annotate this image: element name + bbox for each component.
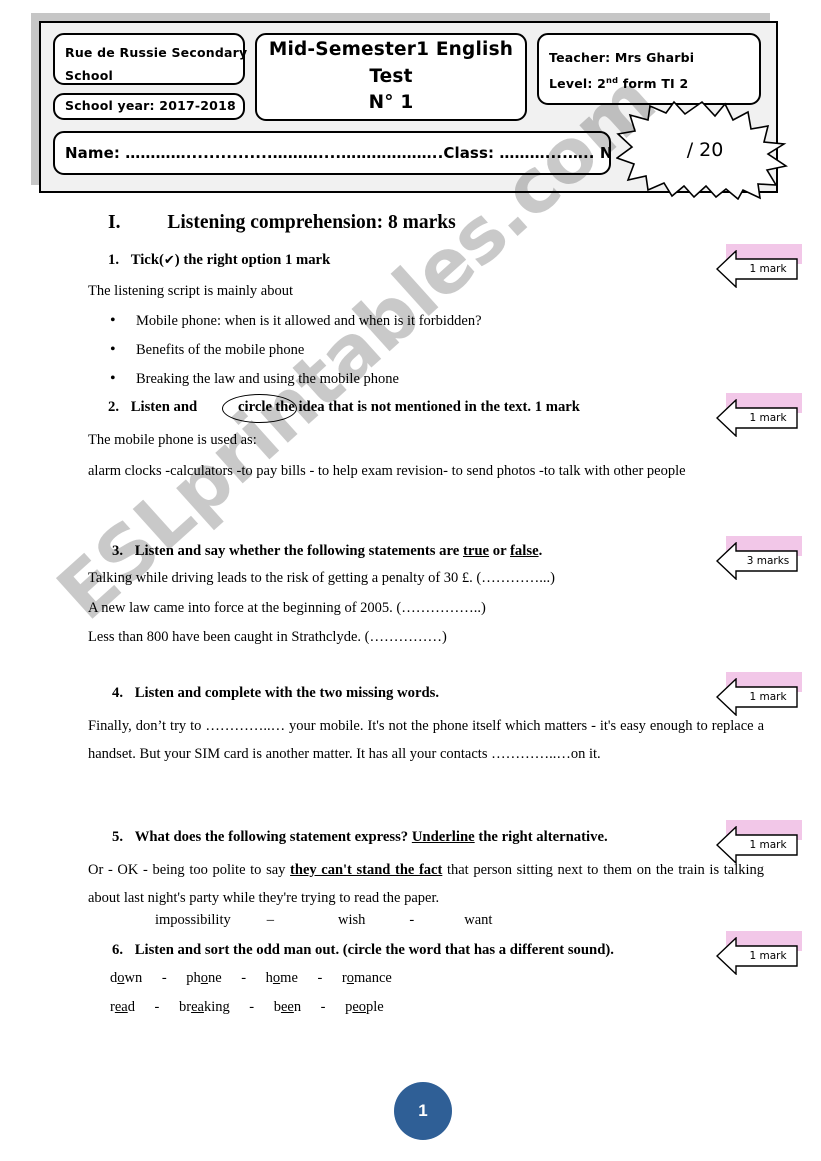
question-3-or: or [489,543,511,559]
q6-row2-word-0[interactable]: read [110,999,135,1015]
question-5-number: 5. [112,829,124,845]
question-5-prompt: 5. What does the following statement exp… [112,829,608,846]
question-3-prompt-end: . [538,543,543,559]
question-1-prompt-before: Tick( [130,252,164,268]
test-title-box: Mid-Semester1 English Test N° 1 [255,33,527,121]
question-3-number: 3. [112,543,124,559]
q6-row1-word-0[interactable]: down [110,970,142,986]
mark-callout-label: 1 mark [749,839,787,851]
mark-callout-label: 1 mark [749,412,787,424]
mark-callout-1: 1 mark [716,244,802,288]
level-ordinal-suffix: nd [606,75,619,86]
teacher-label: Teacher: Mrs Gharbi [549,50,695,65]
question-2-prompt: 2. Listen and the idea that is not mentio… [108,399,580,416]
question-3-true-word: true [462,543,490,559]
question-1-number: 1. [108,252,120,268]
q6-row2-separator: - [154,999,160,1015]
question-1-intro: The listening script is mainly about [88,283,293,299]
student-identity-line: Name: …………...............………....………………..… [65,143,611,162]
section-heading: I. Listening comprehension: 8 marks [108,212,456,234]
question-4-prompt-text: Listen and complete with the two missing… [134,685,440,701]
question-6-prompt-text: Listen and sort the odd man out. (circle… [134,942,614,958]
teacher-level-box: Teacher: Mrs Gharbi Level: 2nd form TI 2 [537,33,761,105]
question-6-row-2[interactable]: read - breaking - been - people [110,999,384,1016]
q6-row2-word-2[interactable]: breaking [179,999,230,1015]
question-1-prompt-after: ) the right option 1 mark [174,252,331,268]
section-numeral: I. [108,212,121,233]
school-name-line1: Rue de Russie Secondary [65,45,248,60]
question-2-prompt-b: the idea that is not mentioned in the te… [275,399,580,415]
question-5-statement: Or - OK - being too polite to say they c… [88,856,764,913]
question-2-items[interactable]: alarm clocks -calculators -to pay bills … [88,457,764,485]
question-3-statement-3[interactable]: Less than 800 have been caught in Strath… [88,629,447,646]
mark-callout-label: 1 mark [749,691,787,703]
question-5-statement-highlight: they can't stand the fact [290,862,443,878]
question-4-passage[interactable]: Finally, don’t try to …………..… your mobil… [88,712,764,769]
page-number-badge: 1 [394,1082,452,1140]
question-3-prompt: 3. Listen and say whether the following … [112,543,542,560]
question-5-alternatives[interactable]: impossibility – wish - want [155,912,492,929]
question-3-prompt-a: Listen and say whether the following sta… [134,543,463,559]
q6-row1-separator: - [241,970,247,986]
test-title-line2: N° 1 [368,92,414,114]
question-4-prompt: 4. Listen and complete with the two miss… [112,685,439,702]
q6-row1-separator: - [161,970,167,986]
school-year-box: School year: 2017-2018 [53,93,245,120]
level-prefix: Level: 2 [549,76,607,92]
mark-callout-5: 1 mark [716,820,802,864]
q6-row2-separator: - [320,999,326,1015]
q6-row1-word-4[interactable]: home [266,970,298,986]
mark-callout-3: 3 marks [716,536,802,580]
question-5-prompt-a: What does the following statement expres… [134,829,412,845]
q6-row1-word-6[interactable]: romance [342,970,392,986]
student-identity-box[interactable]: Name: …………...............………....………………..… [53,131,611,175]
question-3-statement-2[interactable]: A new law came into force at the beginni… [88,600,486,617]
question-2-intro: The mobile phone is used as: [88,432,257,448]
mark-callout-label: 1 mark [749,950,787,962]
question-4-number: 4. [112,685,124,701]
score-starburst: / 20 [615,100,789,201]
score-out-of-label: / 20 [686,139,724,161]
check-icon: ✔ [163,253,175,268]
question-1-option-2[interactable]: Benefits of the mobile phone [110,341,304,359]
alternative-sep-1: – [266,912,274,928]
question-6-prompt: 6. Listen and sort the odd man out. (cir… [112,942,614,959]
question-6-number: 6. [112,942,124,958]
level-suffix: form TI 2 [618,76,689,92]
question-1-option-1[interactable]: Mobile phone: when is it allowed and whe… [110,312,481,330]
section-title-text: Listening comprehension: 8 marks [167,212,456,233]
alternative-want[interactable]: want [464,912,492,928]
question-3-false-word: false [510,543,539,559]
question-6-row-1[interactable]: down - phone - home - romance [110,970,392,987]
mark-callout-2: 1 mark [716,393,802,437]
mark-callout-label: 3 marks [746,555,790,567]
page-number-label: 1 [418,1101,428,1120]
q6-row2-separator: - [249,999,255,1015]
question-2-prompt-a: Listen and [130,399,198,415]
test-title-line1: Mid-Semester1 English Test [268,38,514,87]
q6-row1-separator: - [317,970,323,986]
question-3-statement-1[interactable]: Talking while driving leads to the risk … [88,570,555,587]
school-name-box: Rue de Russie Secondary School [53,33,248,85]
school-name-line2: School [65,68,113,84]
question-1-option-3[interactable]: Breaking the law and using the mobile ph… [110,370,399,388]
level-label: Level: 2nd form TI 2 [549,71,749,97]
school-year-label: School year: 2017-2018 [65,98,236,114]
mark-callout-6: 1 mark [716,931,802,975]
mark-callout-4: 1 mark [716,672,802,716]
alternative-sep-2: - [409,912,415,928]
question-1-prompt: 1. Tick(✔) the right option 1 mark [108,252,330,269]
q6-row2-word-4[interactable]: been [274,999,301,1015]
question-5-prompt-b: the right alternative. [474,829,608,845]
question-2-circled-word: circle [236,399,274,416]
question-5-underline-word: Underline [411,829,475,845]
question-5-statement-a: Or - OK - being too polite to say [88,862,291,878]
alternative-impossibility[interactable]: impossibility [155,912,231,928]
alternative-wish[interactable]: wish [338,912,365,928]
question-2-number: 2. [108,399,120,415]
mark-callout-label: 1 mark [749,263,787,275]
q6-row2-word-6[interactable]: people [345,999,384,1015]
q6-row1-word-2[interactable]: phone [186,970,221,986]
